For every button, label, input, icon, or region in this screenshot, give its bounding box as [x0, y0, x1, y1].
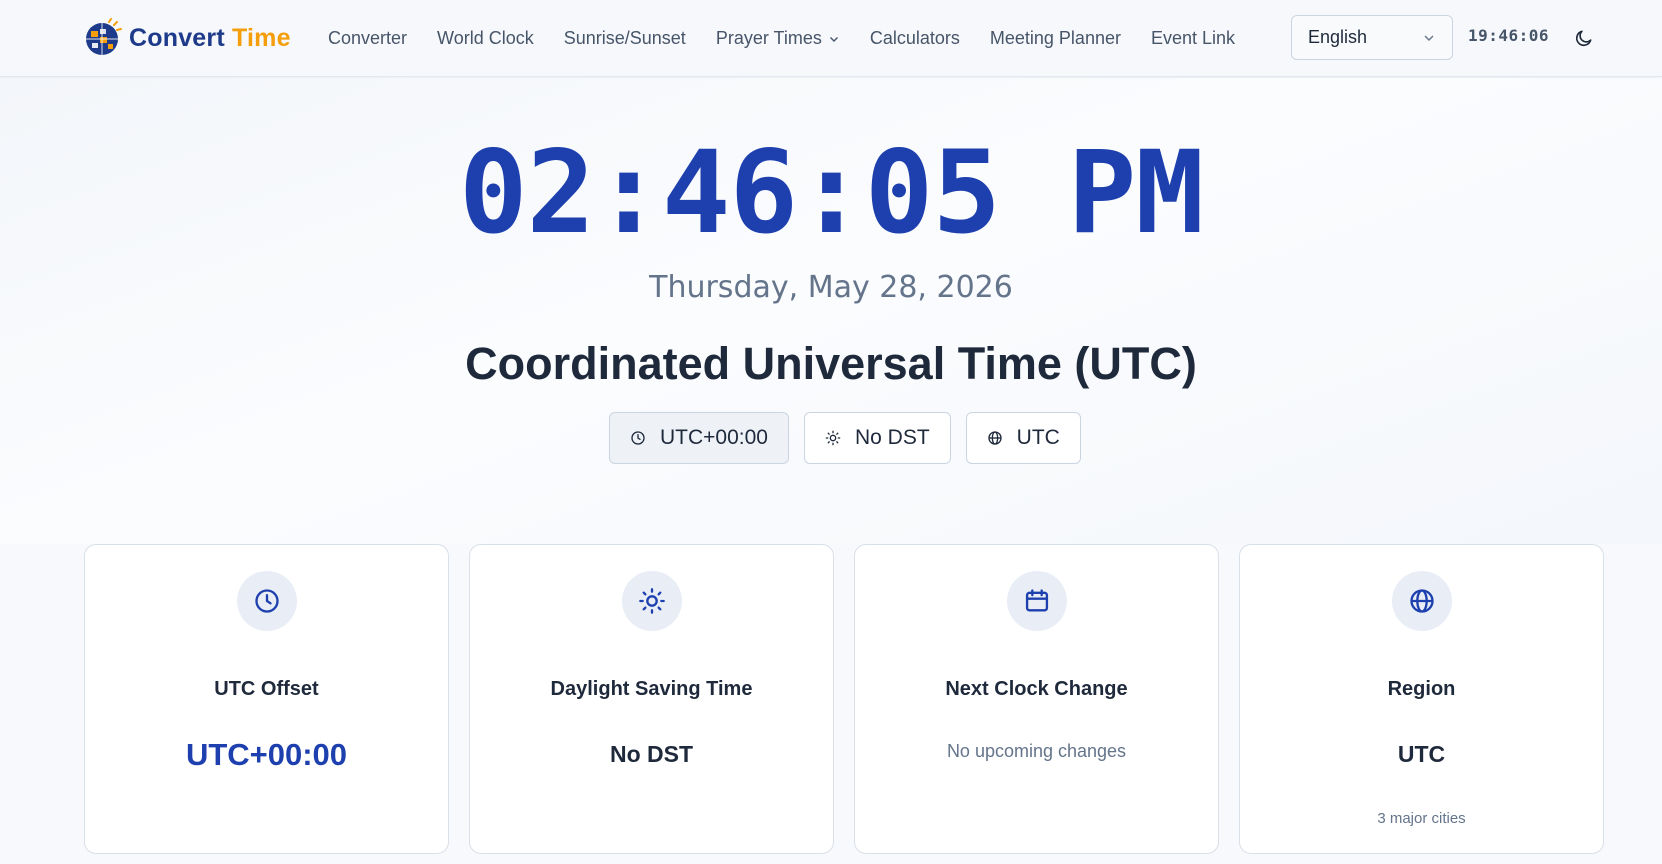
timezone-chips: UTC+00:00 No DST UTC: [609, 412, 1081, 464]
nav-event-link[interactable]: Event Link: [1151, 28, 1235, 49]
calendar-icon: [1025, 589, 1049, 612]
page-title: Coordinated Universal Time (UTC): [465, 338, 1197, 389]
card-icon-wrap: [1007, 571, 1067, 631]
sun-icon: [639, 588, 665, 614]
site-logo[interactable]: Convert Time: [83, 17, 291, 59]
language-select[interactable]: English: [1291, 15, 1453, 60]
chip-utc-offset[interactable]: UTC+00:00: [609, 412, 789, 464]
card-region: Region UTC 3 major cities: [1239, 544, 1604, 854]
card-title: Next Clock Change: [945, 678, 1128, 700]
card-value: UTC+00:00: [185, 737, 348, 772]
card-title: UTC Offset: [214, 678, 319, 700]
nav-prayer-times[interactable]: Prayer Times: [716, 28, 840, 49]
card-value: No upcoming changes: [946, 741, 1127, 761]
main-nav: Converter World Clock Sunrise/Sunset Pra…: [328, 0, 1265, 77]
moon-icon: [1575, 30, 1592, 47]
card-icon-wrap: [622, 571, 682, 631]
nav-meeting-planner[interactable]: Meeting Planner: [990, 28, 1121, 49]
chevron-down-icon: [1424, 35, 1434, 41]
card-next-clock-change: Next Clock Change No upcoming changes: [854, 544, 1219, 854]
card-title: Region: [1387, 678, 1456, 700]
globe-logo-icon: [86, 18, 122, 55]
chip-dst[interactable]: No DST: [803, 412, 951, 464]
current-date: Thursday, May 28, 2026: [649, 270, 1013, 305]
nav-converter[interactable]: Converter: [328, 28, 407, 49]
clock-icon: [631, 431, 645, 445]
theme-toggle-button[interactable]: [1568, 22, 1600, 54]
info-cards: UTC Offset UTC+00:00 Daylight Saving Tim…: [84, 544, 1604, 854]
sun-icon: [825, 430, 841, 446]
card-value: No DST: [609, 741, 694, 767]
card-icon-wrap: [237, 571, 297, 631]
header-clock: 19:46:06: [1468, 26, 1550, 45]
chip-region[interactable]: UTC: [965, 412, 1081, 464]
globe-icon: [1410, 589, 1434, 613]
globe-icon: [988, 431, 1002, 445]
card-value: UTC: [1397, 741, 1446, 767]
main-clock: 02:46:05 PM: [459, 126, 1204, 259]
nav-sunrise-sunset[interactable]: Sunrise/Sunset: [564, 28, 686, 49]
nav-calculators[interactable]: Calculators: [870, 28, 960, 49]
card-icon-wrap: [1392, 571, 1452, 631]
language-selected: English: [1308, 27, 1368, 47]
major-cities-count: 3 major cities: [1377, 810, 1466, 827]
brand-name: Convert Time: [129, 23, 291, 52]
site-header: Convert Time Converter World Clock Sunri…: [0, 0, 1662, 77]
chevron-down-icon: [829, 36, 838, 42]
card-title: Daylight Saving Time: [550, 678, 753, 700]
card-utc-offset: UTC Offset UTC+00:00: [84, 544, 449, 854]
nav-world-clock[interactable]: World Clock: [437, 28, 534, 49]
card-dst: Daylight Saving Time No DST: [469, 544, 834, 854]
clock-icon: [255, 589, 279, 613]
